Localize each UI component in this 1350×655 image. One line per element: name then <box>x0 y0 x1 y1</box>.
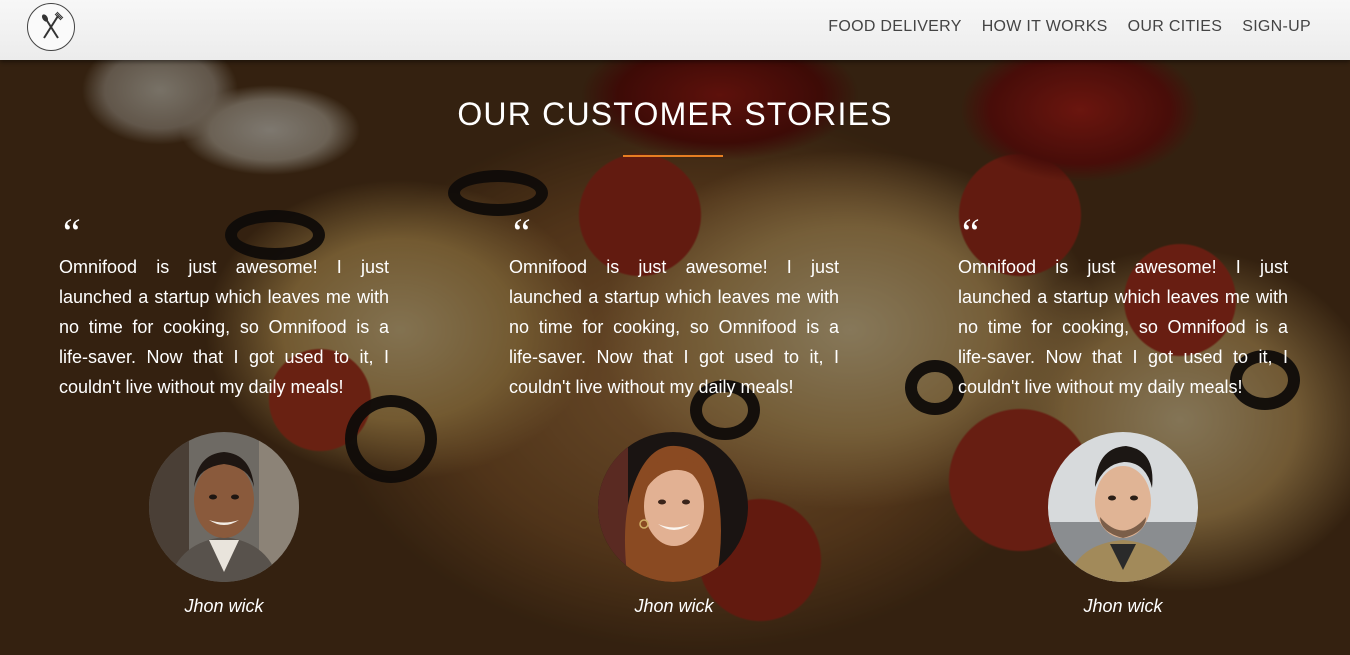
site-header: FOOD DELIVERY HOW IT WORKS OUR CITIES SI… <box>0 0 1350 60</box>
fork-knife-logo-icon[interactable] <box>27 3 75 51</box>
quote-icon: “ <box>958 210 981 255</box>
quote-icon: “ <box>509 210 532 255</box>
avatar <box>598 432 748 582</box>
nav-how-it-works[interactable]: HOW IT WORKS <box>982 18 1108 36</box>
page: FOOD DELIVERY HOW IT WORKS OUR CITIES SI… <box>0 0 1350 655</box>
main-nav: FOOD DELIVERY HOW IT WORKS OUR CITIES SI… <box>828 18 1311 36</box>
quote-icon: “ <box>59 210 82 255</box>
customer-name: Jhon wick <box>1083 596 1163 616</box>
section-title: OUR CUSTOMER STORIES <box>457 96 893 132</box>
nav-our-cities[interactable]: OUR CITIES <box>1128 18 1223 36</box>
title-underline <box>623 155 723 157</box>
story-card: “ Omnifood is just awesome! I just launc… <box>958 210 1288 402</box>
customer-name: Jhon wick <box>634 596 714 616</box>
story-text: Omnifood is just awesome! I just launche… <box>509 257 839 397</box>
avatar <box>1048 432 1198 582</box>
nav-food-delivery[interactable]: FOOD DELIVERY <box>828 18 961 36</box>
customer-name: Jhon wick <box>184 596 264 616</box>
avatar <box>149 432 299 582</box>
story-text: Omnifood is just awesome! I just launche… <box>958 257 1288 397</box>
story-card: “ Omnifood is just awesome! I just launc… <box>509 210 839 402</box>
story-card: “ Omnifood is just awesome! I just launc… <box>59 210 389 402</box>
nav-sign-up[interactable]: SIGN-UP <box>1242 18 1311 36</box>
story-text: Omnifood is just awesome! I just launche… <box>59 257 389 397</box>
